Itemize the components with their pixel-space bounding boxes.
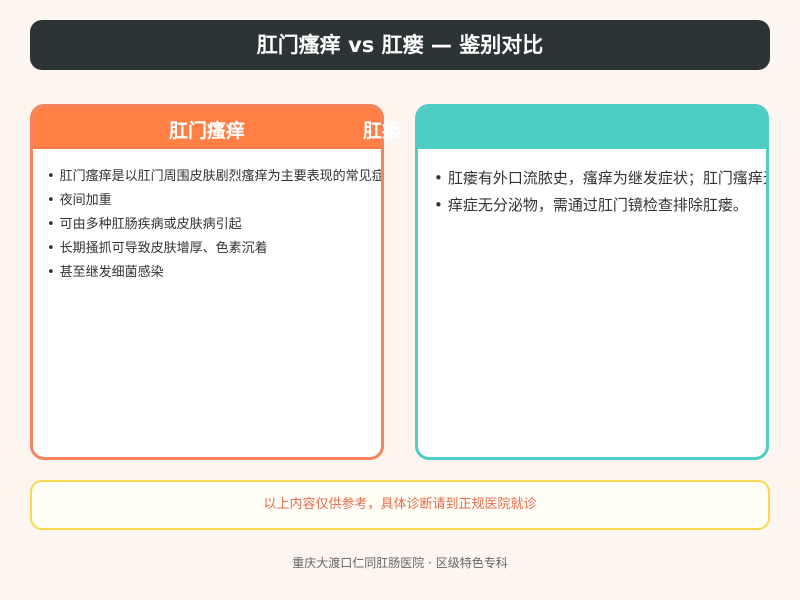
disclaimer-text: 以上内容仅供参考，具体诊断请到正规医院就诊 [263, 497, 537, 512]
card-title-itching: 肛门瘙痒 [168, 120, 245, 142]
bullet-icon: • [47, 217, 55, 232]
bullet-icon: • [47, 193, 55, 208]
list-item: • 痒症无分泌物，需通过肛门镜检查排除肛瘘。 [434, 192, 766, 219]
bullet-icon: • [434, 196, 443, 214]
list-item: • 可由多种肛肠疾病或皮肤病引起 [47, 213, 381, 237]
list-item: • 夜间加重 [47, 189, 381, 213]
bullet-icon: • [434, 169, 443, 187]
list-item-text: 痒症无分泌物，需通过肛门镜检查排除肛瘘。 [447, 196, 748, 214]
hospital-footer: 重庆大渡口仁同肛肠医院 · 区级特色专科 [292, 556, 508, 570]
list-item-text: 肛瘘有外口流脓史，瘙痒为继发症状；肛门瘙痒无外口 [447, 169, 766, 187]
page-title: 肛门瘙痒 vs 肛瘘 — 鉴别对比 [256, 33, 544, 57]
list-item-text: 夜间加重 [59, 193, 112, 208]
list-item: • 肛门瘙痒是以肛门周围皮肤剧烈瘙痒为主要表现的常见症状 [47, 165, 384, 189]
header-bar: 肛门瘙痒 vs 肛瘘 — 鉴别对比 [30, 20, 770, 70]
bullet-icon: • [47, 265, 55, 280]
list-item: •肛瘘有外口流脓史，瘙痒为继发症状；肛门瘙痒无外口 [434, 165, 766, 192]
disclaimer-box: 以上内容仅供参考，具体诊断请到正规医院就诊 [30, 480, 770, 530]
card-header-fistula [418, 107, 766, 149]
card-title-fistula: 肛瘘 [363, 120, 402, 142]
list-item: • 长期搔抓可导致皮肤增厚、色素沉着 [47, 237, 381, 261]
comparison-card-fistula: •肛瘘有外口流脓史，瘙痒为继发症状；肛门瘙痒无外口 •痒症无分泌物，需通过肛门镜… [415, 104, 769, 460]
list-item-text: 肛门瘙痒是以肛门周围皮肤剧烈瘙痒为主要表现的常见症状 [59, 169, 384, 184]
list-item-text: 长期搔抓可导致皮肤增厚、色素沉着 [59, 241, 268, 256]
bullet-icon: • [47, 169, 55, 184]
symptom-list-itching: • 肛门瘙痒是以肛门周围皮肤剧烈瘙痒为主要表现的常见症状 • 夜间加重 • 可由多种肛… [47, 165, 384, 285]
list-item-text: 甚至继发细菌感染 [59, 265, 164, 280]
card-header-itching: 肛门瘙痒 [33, 107, 381, 149]
list-item: • 甚至继发细菌感染 [47, 261, 381, 285]
comparison-card-itching: 肛门瘙痒 • 肛门瘙痒是以肛门周围皮肤剧烈瘙痒为主要表现的常见症状 • 夜间加重 •… [30, 104, 384, 460]
symptom-list-fistula: •肛瘘有外口流脓史，瘙痒为继发症状；肛门瘙痒无外口 •痒症无分泌物，需通过肛门镜… [434, 165, 766, 219]
bullet-icon: • [47, 241, 55, 256]
list-item-text: 可由多种肛肠疾病或皮肤病引起 [59, 217, 242, 232]
